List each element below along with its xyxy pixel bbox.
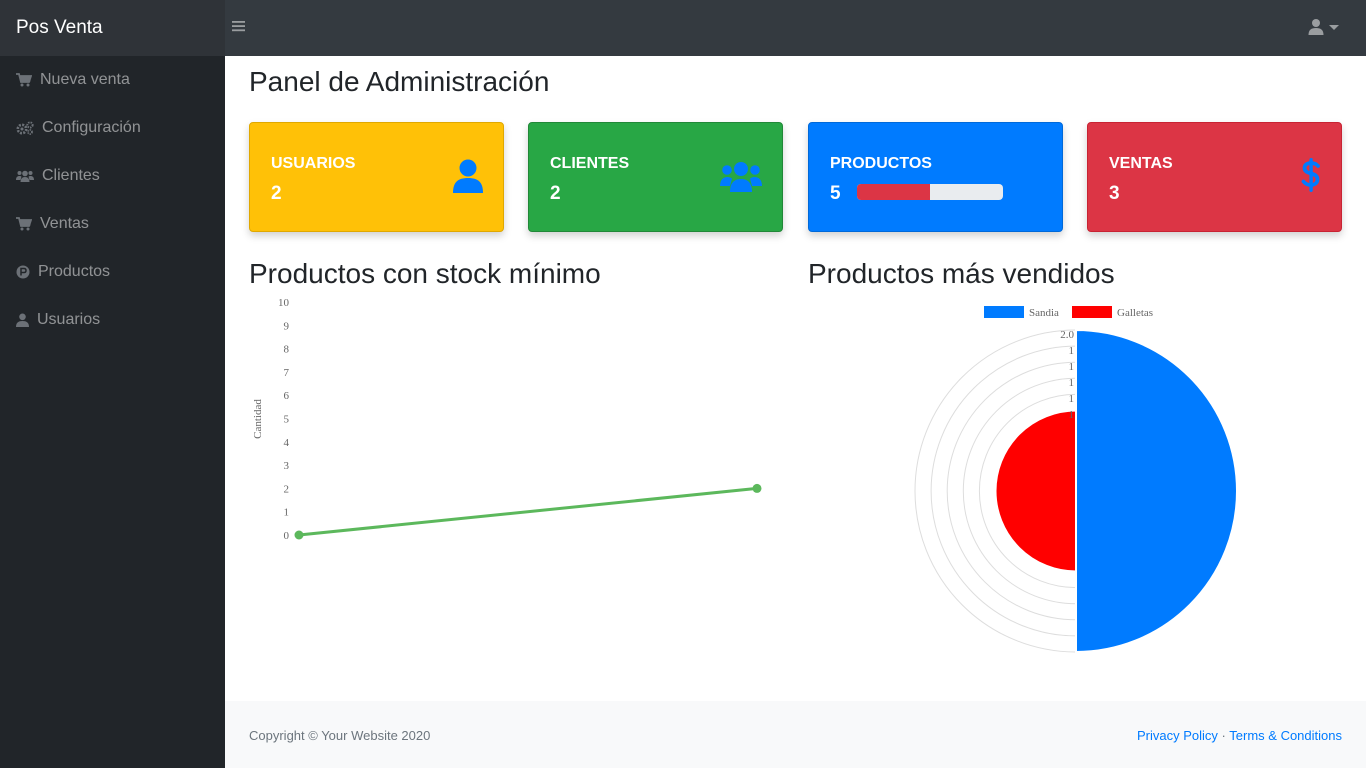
progress-fill (857, 184, 930, 200)
card-value: 5 (830, 183, 841, 204)
product-icon (16, 265, 30, 279)
privacy-policy-link[interactable]: Privacy Policy (1137, 728, 1218, 743)
stock-data-point (752, 483, 762, 493)
y-tick-label: 9 (284, 320, 290, 332)
footer-separator: · (1221, 728, 1226, 743)
stock-series-line (298, 486, 758, 537)
card-label: PRODUCTOS (830, 155, 932, 172)
user-icon (1308, 19, 1324, 35)
users-icon (16, 170, 34, 182)
sidebar-item-usuarios[interactable]: Usuarios (0, 296, 225, 344)
copyright-text: Copyright © Your Website 2020 (249, 728, 431, 743)
y-tick-label: 3 (284, 460, 290, 472)
card-label: VENTAS (1109, 155, 1173, 172)
main-content: Panel de Administración USUARIOS 2 CLIEN… (225, 56, 1366, 701)
card-clientes[interactable]: CLIENTES 2 (528, 122, 783, 232)
polar-tick-label: 1 (1069, 409, 1075, 421)
polar-slice-galletas (994, 409, 1077, 573)
card-value: 3 (1109, 183, 1120, 204)
y-tick-label: 8 (284, 344, 290, 356)
sidebar-item-clientes[interactable]: Clientes (0, 152, 225, 200)
legend-swatch (1072, 306, 1112, 318)
y-tick-label: 6 (284, 390, 290, 402)
sidebar-toggle-button[interactable] (232, 19, 248, 37)
y-tick-label: 4 (284, 437, 290, 449)
y-tick-label: 7 (284, 367, 290, 379)
polar-tick-label: 2.0 (1060, 329, 1074, 341)
legend-swatch (984, 306, 1024, 318)
caret-down-icon (1329, 25, 1339, 30)
legend-label: Galletas (1117, 307, 1153, 319)
top-navbar: Pos Venta (0, 0, 1366, 56)
polar-tick-label: 1 (1069, 393, 1075, 405)
card-ventas[interactable]: VENTAS 3 (1087, 122, 1342, 232)
card-value: 2 (550, 183, 561, 204)
y-axis-title: Cantidad (252, 399, 264, 439)
stock-line-chart: Cantidad109876543210 (252, 297, 762, 542)
card-usuarios[interactable]: USUARIOS 2 (249, 122, 504, 232)
sidebar-item-label: Nueva venta (40, 71, 130, 88)
polar-tick-label: 1 (1069, 361, 1075, 373)
polar-tick-label: 1 (1069, 377, 1075, 389)
terms-link[interactable]: Terms & Conditions (1229, 728, 1342, 743)
sidebar-item-label: Clientes (42, 167, 100, 184)
sidebar-item-configuracion[interactable]: Configuración (0, 104, 225, 152)
sidebar-item-nueva-venta[interactable]: Nueva venta (0, 56, 225, 104)
y-tick-label: 2 (284, 483, 290, 495)
y-tick-label: 5 (284, 414, 290, 426)
sidebar-item-label: Configuración (42, 119, 141, 136)
user-icon (453, 159, 483, 193)
page-title: Panel de Administración (249, 66, 550, 97)
card-value: 2 (271, 183, 282, 204)
user-dropdown-button[interactable] (1308, 18, 1342, 38)
footer-links: Privacy Policy · Terms & Conditions (1137, 728, 1342, 743)
polar-tick-label: 1 (1069, 345, 1075, 357)
products-progress-bar (857, 184, 1003, 200)
sidebar-item-label: Usuarios (37, 311, 101, 328)
sold-polar-chart: Sandia Galletas 2.0 1 1 1 1 1 (914, 306, 1238, 654)
sidebar-item-label: Ventas (40, 215, 89, 232)
card-label: USUARIOS (271, 155, 356, 172)
sidebar-item-label: Productos (38, 263, 111, 280)
brand-title[interactable]: Pos Venta (0, 0, 225, 56)
sidebar: Nueva venta Configuración Clientes Venta… (0, 56, 225, 768)
card-label: CLIENTES (550, 155, 630, 172)
stock-data-point (294, 530, 304, 540)
card-productos[interactable]: PRODUCTOS 5 (808, 122, 1063, 232)
users-icon (720, 162, 762, 192)
y-tick-label: 0 (284, 530, 290, 542)
cart-icon (16, 217, 32, 231)
y-tick-label: 1 (284, 507, 290, 519)
legend-label: Sandia (1029, 307, 1059, 319)
menu-icon (232, 21, 245, 32)
user-icon (16, 313, 29, 327)
sold-chart-title: Productos más vendidos (808, 258, 1115, 289)
footer: Copyright © Your Website 2020 Privacy Po… (225, 701, 1366, 768)
y-tick-label: 10 (278, 297, 290, 309)
sidebar-item-ventas[interactable]: Ventas (0, 200, 225, 248)
cogs-icon (16, 121, 34, 135)
dollar-icon (1301, 158, 1320, 192)
polar-slice-sandia (1075, 328, 1238, 654)
stock-chart-title: Productos con stock mínimo (249, 258, 601, 289)
sidebar-item-productos[interactable]: Productos (0, 248, 225, 296)
cart-icon (16, 73, 32, 87)
